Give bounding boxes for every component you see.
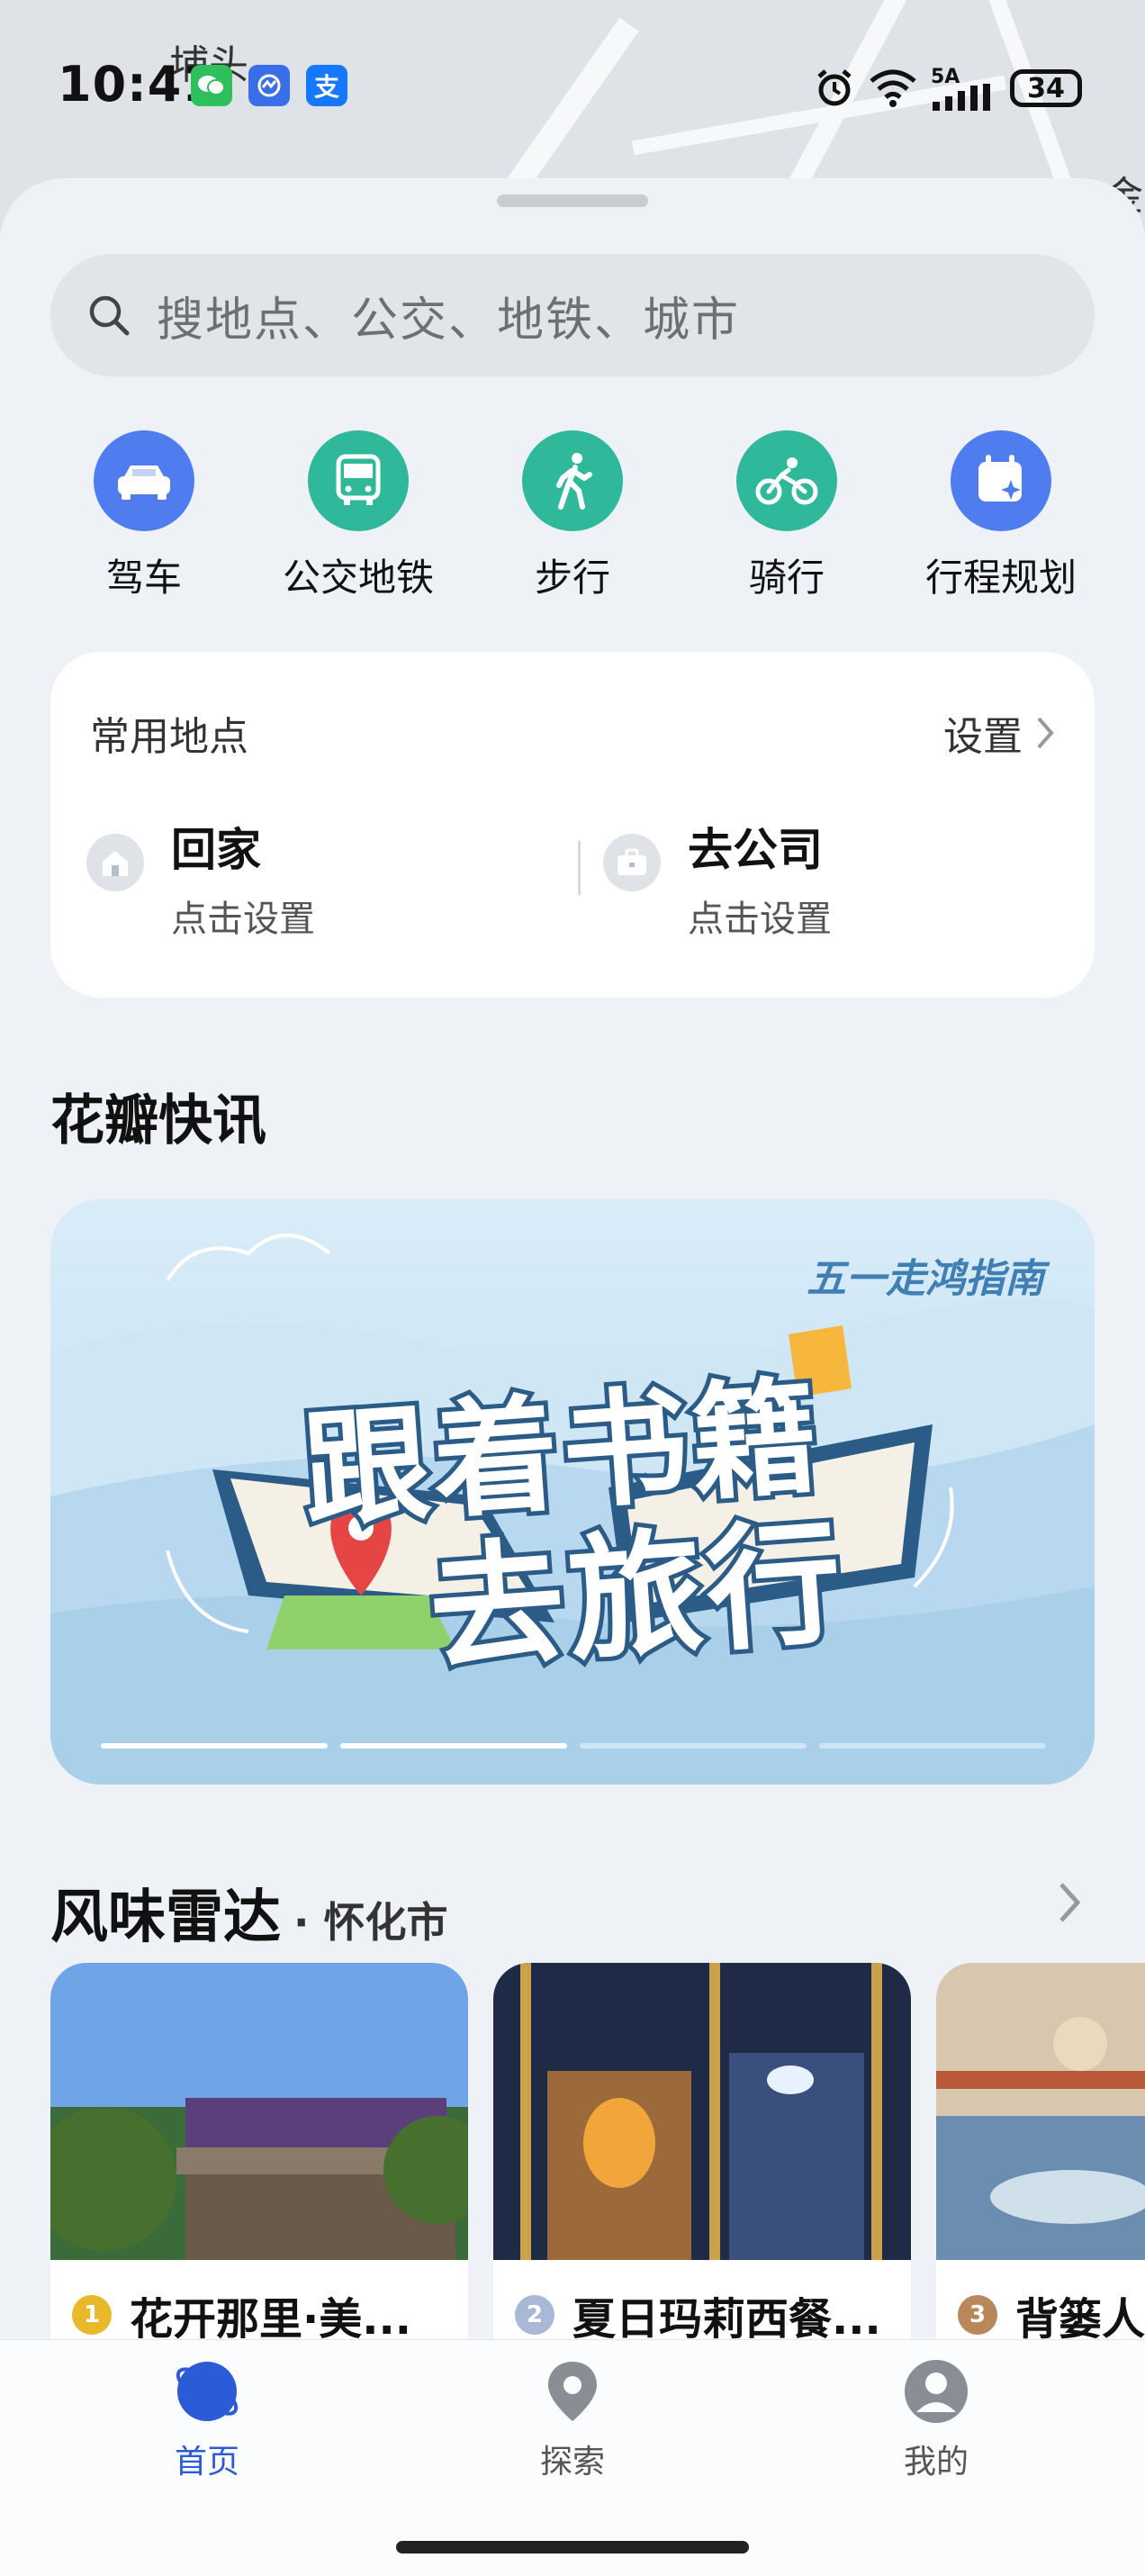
favorite-home[interactable]: 回家 点击设置 bbox=[86, 814, 315, 942]
travel-mode-row: 驾车 公交地铁 步行 骑行 行程规划 bbox=[0, 430, 1145, 610]
chevron-right-icon[interactable] bbox=[1057, 1880, 1082, 1925]
banner-headline-line2: 去旅行 bbox=[419, 1500, 854, 1695]
battery-indicator: 34 bbox=[1010, 69, 1082, 107]
tab-label: 首页 bbox=[174, 2444, 239, 2481]
banner-tag: 五一走鸿指南 bbox=[807, 1256, 1044, 1302]
status-icons: 5A 34 bbox=[814, 63, 1082, 113]
radar-title: 风味雷达 bbox=[50, 1885, 281, 1951]
tool-label: 骑行 bbox=[748, 556, 825, 600]
tool-drive[interactable]: 驾车 bbox=[36, 430, 252, 602]
cellular-signal-icon: 5A bbox=[931, 66, 997, 111]
briefcase-icon bbox=[603, 834, 661, 891]
home-indicator[interactable] bbox=[396, 2541, 749, 2553]
pagination-dot bbox=[580, 1743, 807, 1749]
rank-medal-icon: 1 bbox=[72, 2295, 112, 2335]
divider bbox=[578, 841, 581, 895]
tool-transit[interactable]: 公交地铁 bbox=[250, 430, 466, 602]
pagination-dot bbox=[101, 1743, 328, 1749]
favorites-settings-link[interactable]: 设置 bbox=[943, 704, 1055, 762]
alipay-icon: 支 bbox=[306, 65, 347, 106]
bike-icon bbox=[736, 430, 837, 531]
favorites-card: 常用地点 设置 回家 点击设置 去公司 点击设置 bbox=[50, 652, 1095, 998]
bus-icon bbox=[308, 430, 409, 531]
favorites-title: 常用地点 bbox=[90, 714, 248, 760]
restaurant-name: 背篓人 bbox=[1015, 2294, 1145, 2345]
tab-home[interactable]: 首页 bbox=[99, 2358, 315, 2482]
search-icon bbox=[89, 295, 130, 336]
rank-medal-icon: 3 bbox=[958, 2295, 997, 2335]
restaurant-card[interactable]: 2 夏日玛莉西餐... bbox=[493, 1963, 911, 2395]
wifi-icon bbox=[870, 69, 916, 107]
sheet-drag-handle[interactable] bbox=[497, 194, 648, 207]
radar-section-title: 风味雷达 · 怀化市 bbox=[50, 1871, 448, 1954]
alarm-icon bbox=[817, 69, 852, 106]
chevron-right-icon bbox=[1037, 717, 1054, 749]
search-bar[interactable]: 搜地点、公交、地铁、城市 bbox=[50, 254, 1095, 376]
restaurant-name-row: 3 背篓人 bbox=[958, 2283, 1145, 2346]
status-bar: 10:41 支 5A 34 bbox=[0, 0, 1145, 180]
calendar-icon bbox=[951, 430, 1051, 531]
restaurant-card[interactable]: 3 背篓人 bbox=[936, 1963, 1145, 2395]
globe-icon bbox=[176, 2362, 239, 2421]
favorites-settings-label: 设置 bbox=[943, 714, 1023, 760]
profile-icon bbox=[905, 2360, 968, 2423]
restaurant-card[interactable]: 1 花开那里·美... bbox=[50, 1963, 468, 2395]
wechat-icon bbox=[191, 65, 232, 106]
favorite-home-name: 回家 bbox=[171, 824, 261, 876]
tab-profile[interactable]: 我的 bbox=[828, 2358, 1044, 2482]
restaurant-photo bbox=[50, 1963, 468, 2260]
tool-label: 行程规划 bbox=[924, 556, 1077, 600]
radar-city: · 怀化市 bbox=[293, 1898, 448, 1947]
pagination-dot bbox=[819, 1743, 1046, 1749]
restaurant-name-row: 2 夏日玛莉西餐... bbox=[515, 2283, 881, 2346]
pagination-dot bbox=[340, 1743, 567, 1749]
tool-bike[interactable]: 骑行 bbox=[679, 430, 895, 602]
tool-label: 公交地铁 bbox=[282, 556, 434, 600]
search-placeholder: 搜地点、公交、地铁、城市 bbox=[157, 293, 741, 348]
tool-label: 驾车 bbox=[105, 556, 182, 600]
walk-icon bbox=[522, 430, 623, 531]
tool-trip-plan[interactable]: 行程规划 bbox=[893, 430, 1109, 602]
tab-explore[interactable]: 探索 bbox=[464, 2358, 681, 2482]
restaurant-name: 花开那里·美... bbox=[130, 2294, 411, 2345]
favorite-work-sub: 点击设置 bbox=[688, 899, 832, 940]
rank-medal-icon: 2 bbox=[515, 2295, 554, 2335]
banner-pagination bbox=[101, 1743, 1046, 1749]
restaurant-name-row: 1 花开那里·美... bbox=[72, 2283, 411, 2346]
news-section-title: 花瓣快讯 bbox=[50, 1089, 266, 1152]
car-icon bbox=[94, 430, 194, 531]
restaurant-name: 夏日玛莉西餐... bbox=[572, 2294, 881, 2345]
restaurant-photo bbox=[936, 1963, 1145, 2260]
favorite-work-name: 去公司 bbox=[688, 824, 823, 876]
restaurant-photo bbox=[493, 1963, 911, 2260]
favorite-work[interactable]: 去公司 点击设置 bbox=[603, 814, 832, 942]
news-banner[interactable]: 五一走鸿指南 跟着书籍 去旅行 bbox=[50, 1199, 1095, 1785]
location-pin-icon bbox=[548, 2362, 597, 2421]
app-notification-icon bbox=[248, 65, 290, 106]
tab-label: 我的 bbox=[903, 2444, 969, 2481]
favorite-home-sub: 点击设置 bbox=[171, 899, 315, 940]
tool-walk[interactable]: 步行 bbox=[464, 430, 681, 602]
tool-label: 步行 bbox=[534, 556, 610, 600]
tab-label: 探索 bbox=[539, 2444, 605, 2481]
home-icon bbox=[86, 834, 144, 891]
